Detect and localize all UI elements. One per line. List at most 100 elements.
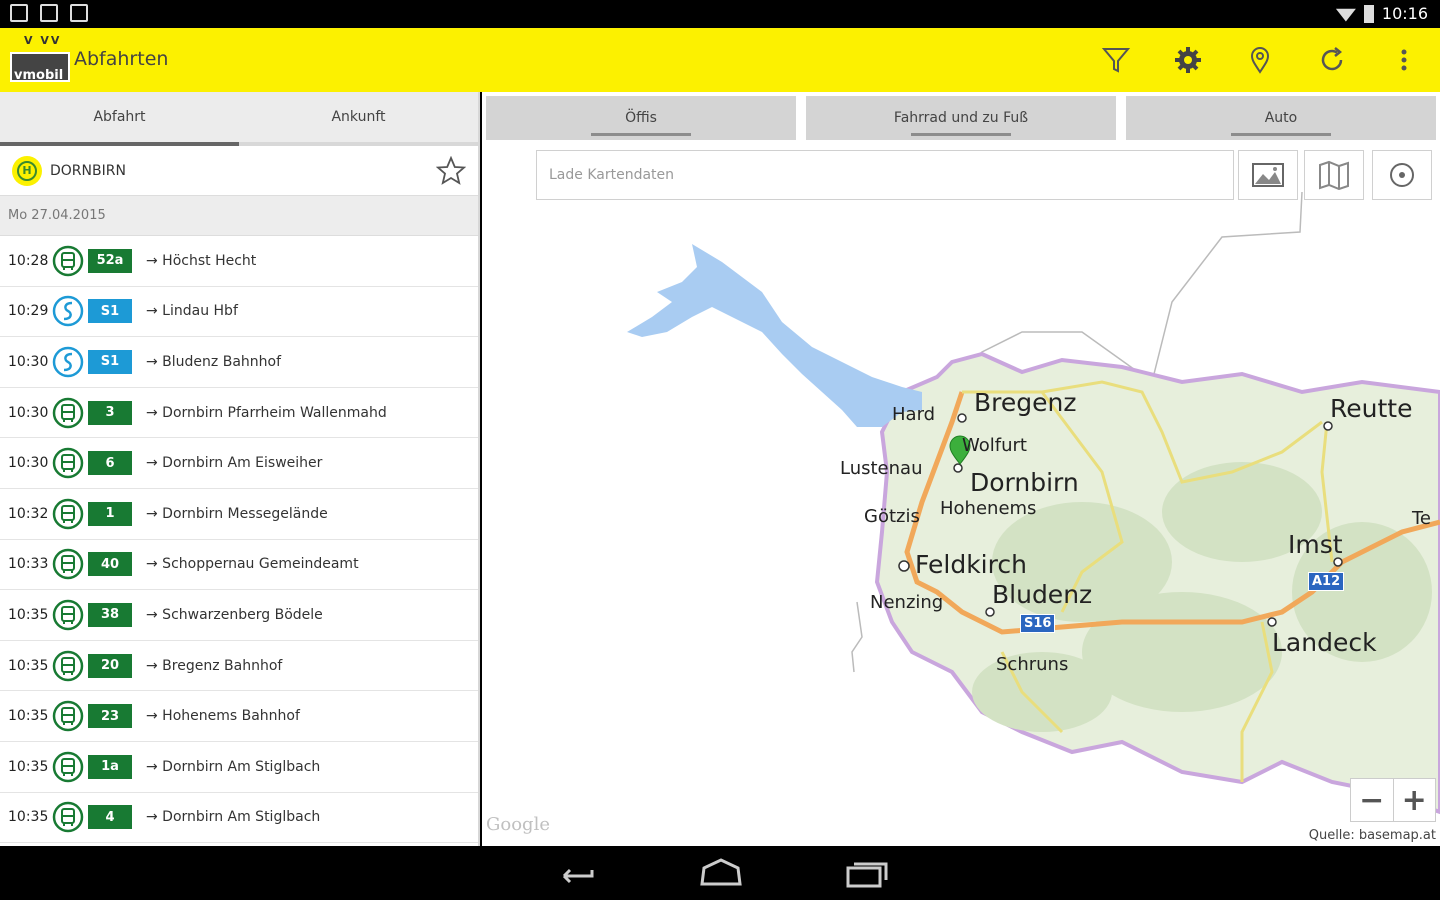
favorite-star-icon[interactable]	[436, 156, 466, 186]
departure-time: 10:35	[8, 758, 49, 775]
recents-button[interactable]	[842, 856, 892, 890]
destination: → Dornbirn Pfarrheim Wallenmahd	[146, 404, 387, 421]
departure-row[interactable]: 10:29 S1 → Lindau Hbf	[0, 287, 478, 338]
bus-icon	[52, 599, 84, 631]
departure-row[interactable]: 10:35 20 → Bregenz Bahnhof	[0, 641, 478, 692]
tab-abfahrt[interactable]: Abfahrt	[0, 92, 239, 146]
departure-row[interactable]: 10:32 1 → Dornbirn Messegelände	[0, 489, 478, 540]
settings-button[interactable]	[1152, 28, 1224, 92]
refresh-button[interactable]	[1296, 28, 1368, 92]
departure-time: 10:30	[8, 455, 49, 472]
map-picture-icon	[1252, 163, 1284, 187]
tab-label: Fahrrad und zu Fuß	[893, 110, 1029, 126]
line-badge: S1	[88, 349, 132, 374]
departure-time: 10:30	[8, 353, 49, 370]
stop-icon: H	[12, 155, 42, 186]
bus-icon	[52, 498, 84, 530]
date-header: Mo 27.04.2015	[0, 196, 478, 236]
google-watermark: Google	[486, 814, 550, 835]
overflow-menu-button[interactable]	[1368, 28, 1440, 92]
folded-map-icon	[1319, 160, 1349, 190]
bus-icon	[52, 751, 84, 783]
gear-icon	[1175, 47, 1201, 73]
location-button[interactable]	[1224, 28, 1296, 92]
departure-time: 10:35	[8, 708, 49, 725]
destination: → Lindau Hbf	[146, 303, 238, 320]
sbahn-icon	[52, 295, 84, 327]
tab-auto[interactable]: Auto	[1126, 96, 1436, 140]
departure-row[interactable]: 10:33 40 → Schoppernau Gemeindeamt	[0, 540, 478, 591]
bus-icon	[52, 548, 84, 580]
departure-row[interactable]: 10:35 38 → Schwarzenberg Bödele	[0, 590, 478, 641]
map-search-field[interactable]: Lade Kartendaten	[536, 150, 1234, 200]
app-logo[interactable]: V VV vmobil	[6, 34, 70, 86]
departure-time: 10:35	[8, 657, 49, 674]
line-badge: 52a	[88, 248, 132, 273]
departure-time: 10:28	[8, 252, 49, 269]
line-badge: 38	[88, 602, 132, 627]
home-button[interactable]	[696, 856, 746, 890]
zoom-controls: − +	[1350, 778, 1436, 822]
sbahn-icon	[52, 346, 84, 378]
bus-icon	[52, 801, 84, 833]
departure-row[interactable]: 10:35 23 → Hohenems Bahnhof	[0, 691, 478, 742]
tab-label: Öffis	[625, 110, 657, 126]
app-bar: V VV vmobil Abfahrten	[0, 28, 1440, 92]
map-label-nenzing: Nenzing	[870, 592, 944, 613]
tab-fahrrad[interactable]: Fahrrad und zu Fuß	[806, 96, 1116, 140]
line-badge: 23	[88, 704, 132, 729]
map-label-goetzis: Götzis	[864, 506, 920, 527]
departure-list: 10:28 52a → Höchst Hecht 10:29 S1 → Lindau Hb…	[0, 236, 478, 844]
bus-icon	[52, 700, 84, 732]
map-panel: Öffis Fahrrad und zu Fuß Auto Lade Kartend…	[482, 92, 1440, 846]
back-button[interactable]	[552, 856, 602, 890]
destination: → Schoppernau Gemeindeamt	[146, 556, 359, 573]
road-shield-a12: A12	[1308, 572, 1345, 591]
map-view-button[interactable]	[1304, 150, 1364, 200]
departure-row[interactable]: 10:35 4 → Dornbirn Am Stiglbach	[0, 793, 478, 844]
map-layer-button[interactable]	[1238, 150, 1298, 200]
map-label-imst: Imst	[1288, 530, 1343, 559]
departure-time: 10:30	[8, 404, 49, 421]
status-bar: 10:16	[0, 0, 1440, 28]
map-label-feldkirch: Feldkirch	[915, 550, 1027, 579]
tab-oeffis[interactable]: Öffis	[486, 96, 796, 140]
map-label-hard: Hard	[892, 404, 936, 425]
station-header[interactable]: H DORNBIRN	[0, 146, 478, 196]
home-icon	[700, 858, 742, 886]
page-title: Abfahrten	[74, 48, 169, 70]
departure-time: 10:32	[8, 505, 49, 522]
destination: → Höchst Hecht	[146, 252, 257, 269]
line-badge: 20	[88, 653, 132, 678]
departure-row[interactable]: 10:30 S1 → Bludenz Bahnhof	[0, 337, 478, 388]
refresh-icon	[1321, 47, 1343, 71]
departure-time: 10:35	[8, 809, 49, 826]
bus-icon	[52, 650, 84, 682]
tab-label: Auto	[1264, 110, 1298, 126]
map-label-landeck: Landeck	[1272, 628, 1377, 657]
my-location-button[interactable]	[1372, 150, 1432, 200]
departure-row[interactable]: 10:30 6 → Dornbirn Am Eisweiher	[0, 438, 478, 489]
map-label-reutte: Reutte	[1330, 394, 1413, 423]
wifi-icon	[1335, 8, 1356, 22]
departure-row[interactable]: 10:35 1a → Dornbirn Am Stiglbach	[0, 742, 478, 793]
map-label-schruns: Schruns	[996, 654, 1069, 675]
map-source: Quelle: basemap.at	[1308, 828, 1436, 843]
destination: → Dornbirn Messegelände	[146, 505, 328, 522]
departure-row[interactable]: 10:30 3 → Dornbirn Pfarrheim Wallenmahd	[0, 388, 478, 439]
filter-button[interactable]	[1080, 28, 1152, 92]
zoom-in-button[interactable]: +	[1394, 779, 1436, 821]
back-icon	[562, 868, 594, 884]
departure-row[interactable]: 10:28 52a → Höchst Hecht	[0, 236, 478, 287]
bus-icon	[52, 447, 84, 479]
tab-ankunft[interactable]: Ankunft	[239, 92, 478, 146]
zoom-out-button[interactable]: −	[1351, 779, 1394, 821]
logo-text: vmobil	[14, 68, 64, 83]
departure-time: 10:29	[8, 303, 49, 320]
line-badge: 6	[88, 451, 132, 476]
map-canvas[interactable]	[482, 92, 1440, 846]
map-label-lustenau: Lustenau	[840, 458, 923, 479]
departures-panel: Abfahrt Ankunft H DORNBIRN Mo 27.04.2015 …	[0, 92, 480, 846]
logo-marks: V VV	[24, 34, 62, 47]
more-vert-icon	[1401, 49, 1407, 71]
